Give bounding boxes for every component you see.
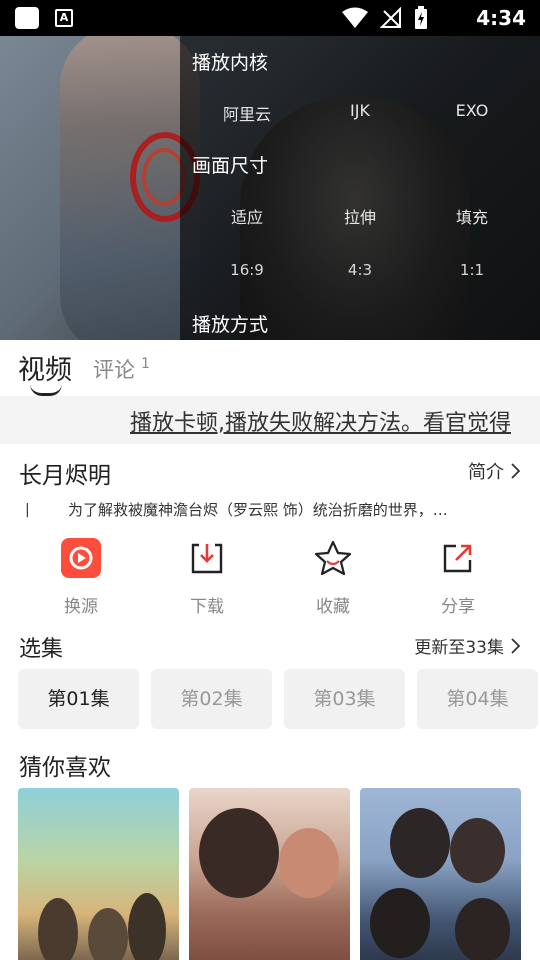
notice-banner[interactable]: 播放卡顿,播放失败解决方法。看官觉得 — [0, 396, 540, 444]
size-option-fill[interactable]: 填充 — [417, 204, 527, 228]
download-icon — [191, 543, 223, 574]
star-icon — [314, 540, 352, 576]
show-description: 为了解救被魔神澹台烬（罗云熙 饰）统治折磨的世界，… — [68, 501, 448, 519]
comment-count-badge: 1 — [141, 356, 150, 372]
ratio-option-1-1[interactable]: 1:1 — [417, 261, 527, 279]
action-bar: 换源 下载 收藏 分享 — [0, 536, 540, 617]
ratio-option-16-9[interactable]: 16:9 — [192, 261, 302, 279]
battery-charging-icon — [415, 6, 427, 29]
tab-video[interactable]: 视频 — [18, 348, 72, 387]
download-button[interactable]: 下载 — [157, 536, 257, 617]
episodes-title: 选集 — [19, 637, 64, 662]
kernel-option-exo[interactable]: EXO — [417, 101, 527, 120]
size-option-stretch[interactable]: 拉伸 — [305, 204, 415, 228]
chevron-right-icon — [511, 637, 520, 654]
recommend-poster[interactable] — [189, 788, 350, 960]
kernel-option-aliyun[interactable]: 阿里云 — [192, 101, 302, 125]
notification-a-icon: A — [55, 9, 73, 27]
switch-source-label: 换源 — [64, 597, 98, 617]
intro-button[interactable]: 简介 — [468, 458, 520, 484]
recommend-title: 猜你喜欢 — [19, 755, 111, 781]
switch-source-button[interactable]: 换源 — [31, 536, 131, 617]
player-settings-panel: 播放内核 阿里云 IJK EXO 画面尺寸 适应 拉伸 填充 16:9 4:3 … — [180, 36, 540, 340]
kernel-title: 播放内核 — [192, 52, 269, 74]
content-tabs: 视频 评论 1 — [0, 340, 540, 396]
size-title: 画面尺寸 — [192, 155, 269, 177]
episodes-more-button[interactable]: 更新至33集 — [414, 633, 520, 658]
app-notification-icon — [15, 7, 39, 29]
chevron-right-icon — [511, 463, 520, 479]
episode-item[interactable]: 第03集 — [284, 669, 405, 729]
download-label: 下载 — [190, 597, 224, 617]
switch-source-icon — [61, 538, 101, 578]
recommend-poster[interactable] — [18, 788, 179, 960]
no-signal-icon — [380, 7, 401, 28]
episode-item[interactable]: 第04集 — [417, 669, 538, 729]
intro-label: 简介 — [468, 462, 504, 483]
share-button[interactable]: 分享 — [408, 536, 508, 617]
ratio-option-4-3[interactable]: 4:3 — [305, 261, 415, 279]
kernel-option-ijk[interactable]: IJK — [305, 101, 415, 120]
show-title: 长月烬明 — [19, 463, 111, 489]
recommend-poster[interactable] — [360, 788, 521, 960]
wifi-icon — [342, 7, 368, 28]
description-marker: | — [25, 502, 30, 518]
status-bar: A 4:34 — [0, 0, 540, 36]
tab-comment[interactable]: 评论 — [93, 354, 135, 384]
episode-item[interactable]: 第01集 — [18, 669, 139, 729]
play-mode-title: 播放方式 — [192, 314, 269, 336]
clock: 4:34 — [476, 6, 526, 30]
video-player[interactable]: 播放内核 阿里云 IJK EXO 画面尺寸 适应 拉伸 填充 16:9 4:3 … — [0, 36, 540, 340]
size-option-fit[interactable]: 适应 — [192, 204, 302, 228]
share-label: 分享 — [441, 597, 475, 617]
share-icon — [443, 544, 472, 573]
favorite-button[interactable]: 收藏 — [283, 536, 383, 617]
favorite-label: 收藏 — [316, 597, 350, 617]
notice-text[interactable]: 播放卡顿,播放失败解决方法。看官觉得 — [130, 405, 511, 437]
episode-item[interactable]: 第02集 — [151, 669, 272, 729]
tab-active-indicator — [30, 384, 62, 396]
episodes-update-label: 更新至33集 — [414, 638, 504, 658]
